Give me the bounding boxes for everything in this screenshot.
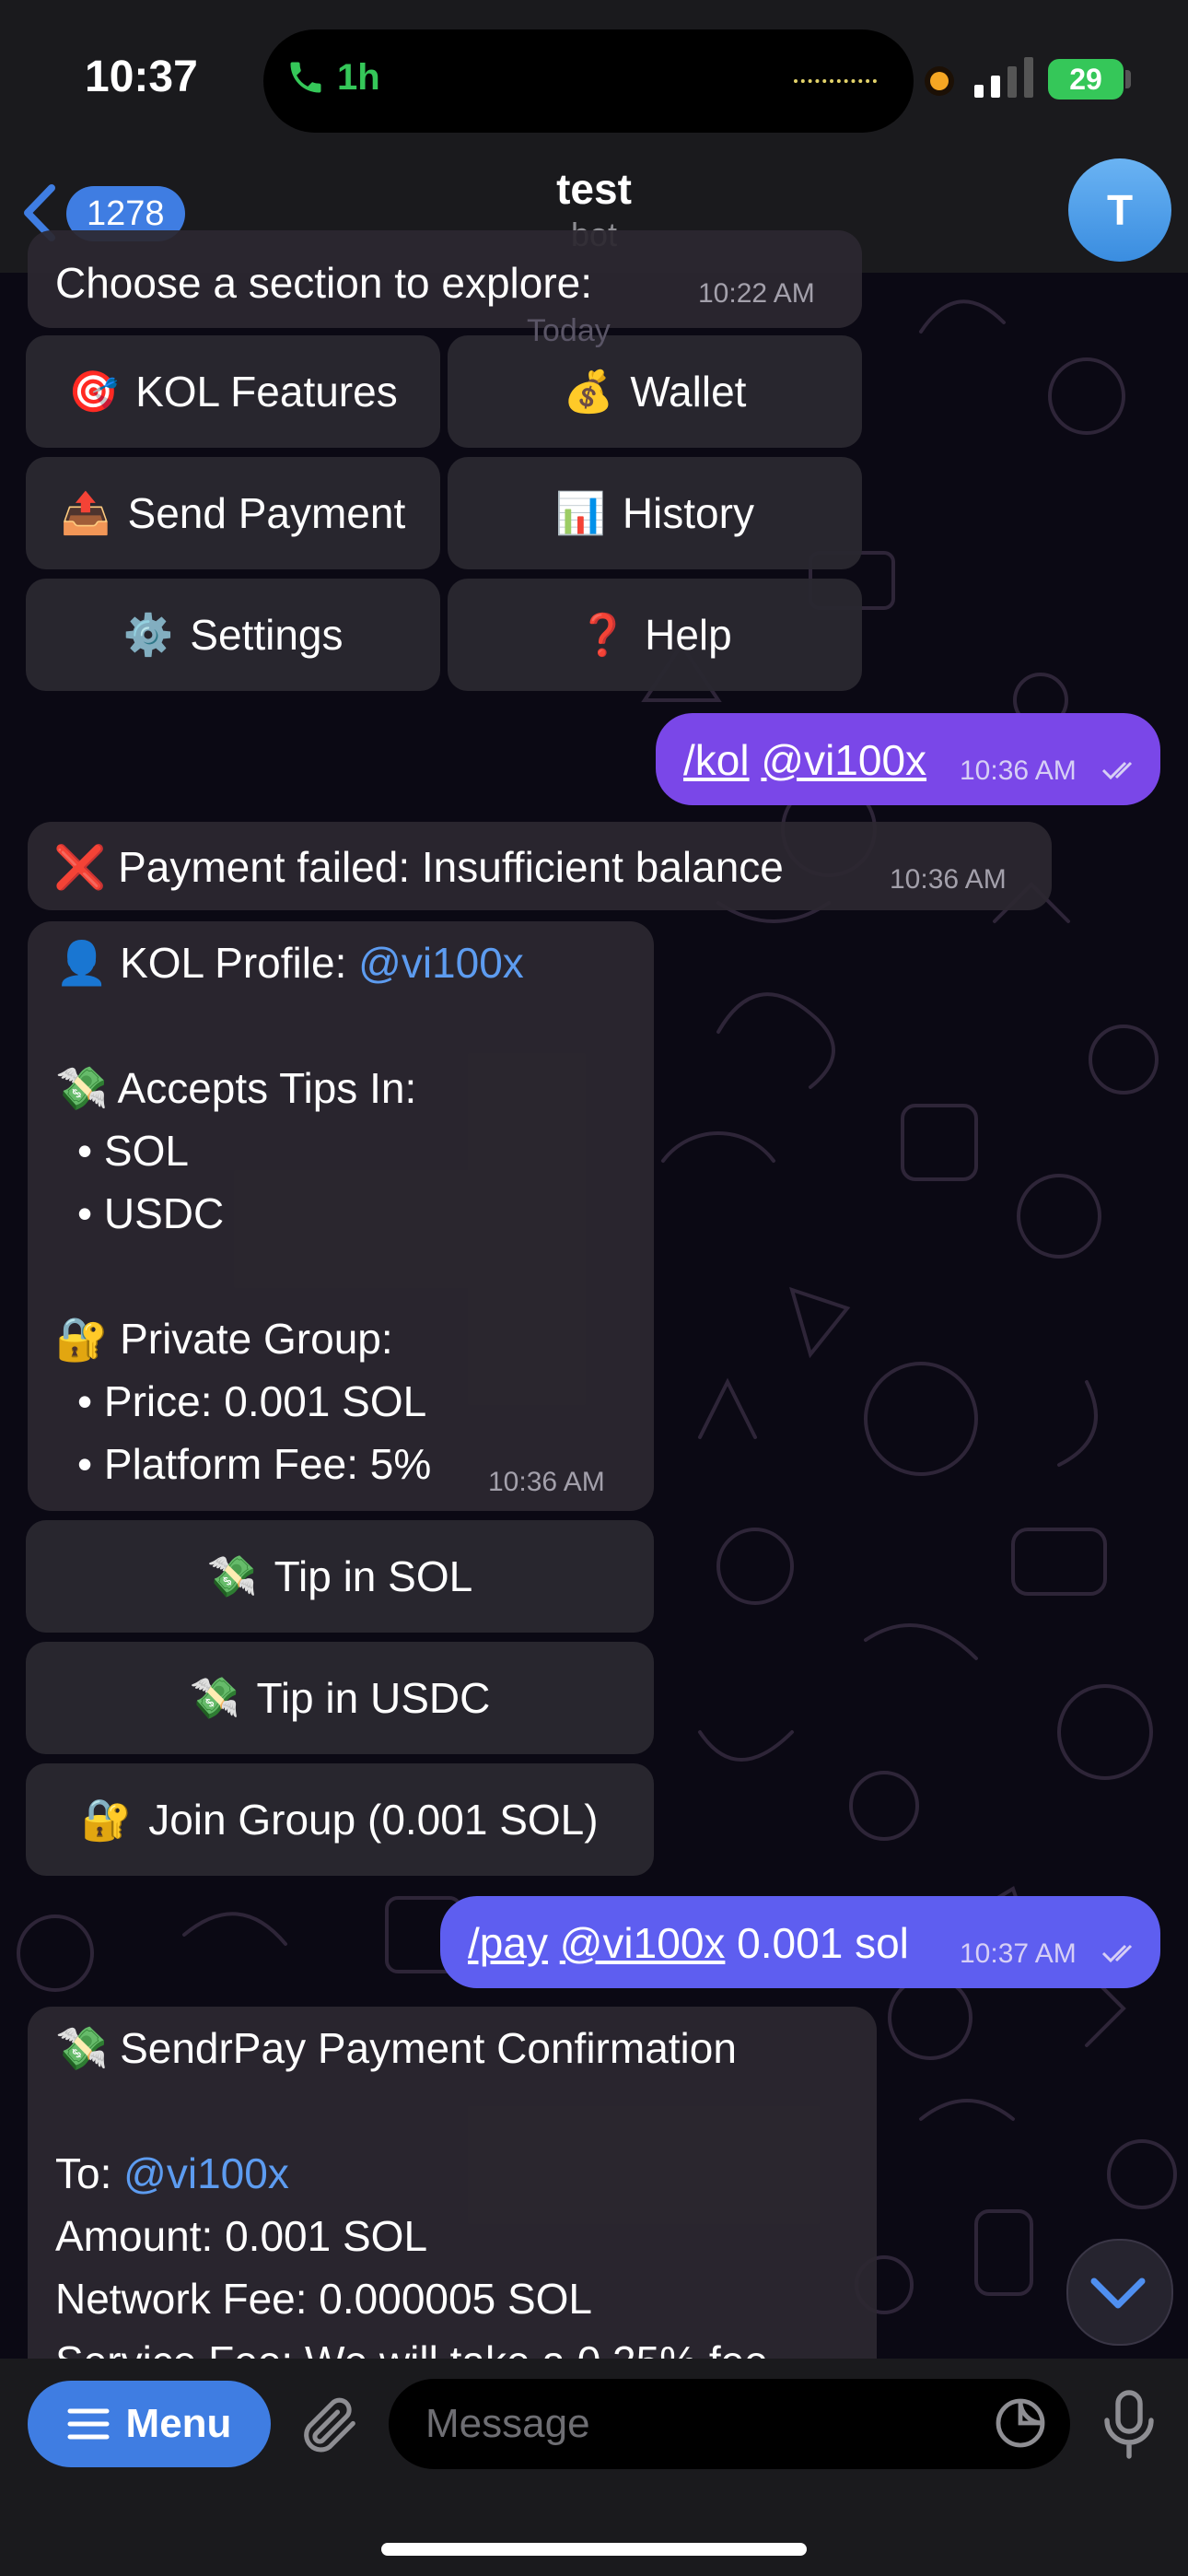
status-time: 10:37 xyxy=(85,53,198,101)
audio-waveform-icon xyxy=(794,79,877,83)
outbox-icon: 📤 xyxy=(60,491,111,536)
lock-key-icon: 🔐 xyxy=(55,1315,109,1363)
help-button[interactable]: ❓ Help xyxy=(448,579,862,691)
money-wings-icon: 💸 xyxy=(55,1064,109,1112)
send-payment-button[interactable]: 📤 Send Payment xyxy=(26,457,440,569)
target-icon: 🎯 xyxy=(68,369,120,415)
menu-button[interactable]: Menu xyxy=(28,2381,271,2467)
amount-line: Amount: 0.001 SOL xyxy=(55,2212,428,2260)
date-label: Today xyxy=(527,313,611,348)
payment-confirmation-message: 💸 SendrPay Payment Confirmation To: @vi1… xyxy=(28,2007,877,2394)
message-input[interactable] xyxy=(389,2379,1070,2469)
home-indicator[interactable] xyxy=(381,2543,807,2556)
mention-link[interactable]: @vi100x xyxy=(560,1919,726,1967)
list-item: • Price: 0.001 SOL xyxy=(77,1377,427,1425)
payment-failed-message: ❌ Payment failed: Insufficient balance 1… xyxy=(28,822,1052,910)
tip-in-sol-button[interactable]: 💸 Tip in SOL xyxy=(26,1520,654,1633)
command-link[interactable]: /pay xyxy=(468,1919,548,1967)
gear-icon: ⚙️ xyxy=(122,613,174,658)
double-check-icon xyxy=(1101,1944,1133,1963)
money-wings-icon: 💸 xyxy=(55,2024,109,2072)
chevron-down-icon xyxy=(1090,2277,1146,2309)
battery-tip xyxy=(1125,70,1131,88)
status-bar: 10:37 1h 29 xyxy=(0,0,1188,157)
intro-text: Choose a section to explore: xyxy=(55,259,593,307)
tip-in-usdc-button[interactable]: 💸 Tip in USDC xyxy=(26,1642,654,1754)
phone-call-icon xyxy=(290,62,321,93)
user-icon: 👤 xyxy=(55,939,109,987)
mention-link[interactable]: @vi100x xyxy=(358,939,524,987)
join-group-button[interactable]: 🔐 Join Group (0.001 SOL) xyxy=(26,1763,654,1876)
question-mark-icon: ❓ xyxy=(577,613,629,658)
settings-button[interactable]: ⚙️ Settings xyxy=(26,579,440,691)
sticker-icon[interactable] xyxy=(991,2394,1050,2453)
outgoing-message: /pay @vi100x 0.001 sol 10:37 AM xyxy=(440,1896,1160,1988)
wallet-button[interactable]: 💰 Wallet xyxy=(448,335,862,448)
list-item: • SOL xyxy=(77,1127,189,1175)
chat-title[interactable]: test xyxy=(0,164,1188,214)
message-time: 10:36 AM xyxy=(488,1467,605,1497)
outgoing-message: /kol @vi100x 10:36 AM xyxy=(656,713,1160,805)
network-fee-line: Network Fee: 0.000005 SOL xyxy=(55,2275,592,2323)
list-item: • Platform Fee: 5% xyxy=(77,1440,432,1488)
message-time: 10:36 AM xyxy=(890,864,1007,895)
intro-message: Choose a section to explore: 10:22 AM xyxy=(28,230,862,328)
money-wings-icon: 💸 xyxy=(206,1554,258,1599)
battery-icon: 29 xyxy=(1048,59,1124,100)
message-time: 10:22 AM xyxy=(698,278,815,309)
command-link[interactable]: /kol xyxy=(683,736,750,784)
cross-mark-icon: ❌ xyxy=(53,843,107,891)
kol-features-button[interactable]: 🎯 KOL Features xyxy=(26,335,440,448)
kol-profile-message: 👤 KOL Profile: @vi100x 💸 Accepts Tips In… xyxy=(28,921,654,1511)
avatar[interactable]: T xyxy=(1068,158,1171,262)
history-button[interactable]: 📊 History xyxy=(448,457,862,569)
cellular-signal-icon xyxy=(974,57,1033,98)
list-item: • USDC xyxy=(77,1189,225,1237)
mention-link[interactable]: @vi100x xyxy=(761,736,926,784)
mention-link[interactable]: @vi100x xyxy=(123,2149,289,2197)
scroll-to-bottom-button[interactable] xyxy=(1066,2239,1173,2346)
money-wings-icon: 💸 xyxy=(189,1676,240,1721)
call-duration: 1h xyxy=(337,57,380,98)
microphone-icon[interactable] xyxy=(1096,2386,1162,2460)
money-bag-icon: 💰 xyxy=(563,369,614,415)
paperclip-icon[interactable] xyxy=(295,2390,365,2460)
hamburger-icon xyxy=(67,2408,110,2440)
mic-in-use-indicator xyxy=(930,72,949,90)
bar-chart-icon: 📊 xyxy=(555,491,606,536)
lock-key-icon: 🔐 xyxy=(81,1797,133,1843)
message-time: 10:37 AM xyxy=(960,1938,1077,1969)
message-time: 10:36 AM xyxy=(960,755,1077,786)
double-check-icon xyxy=(1101,761,1133,780)
